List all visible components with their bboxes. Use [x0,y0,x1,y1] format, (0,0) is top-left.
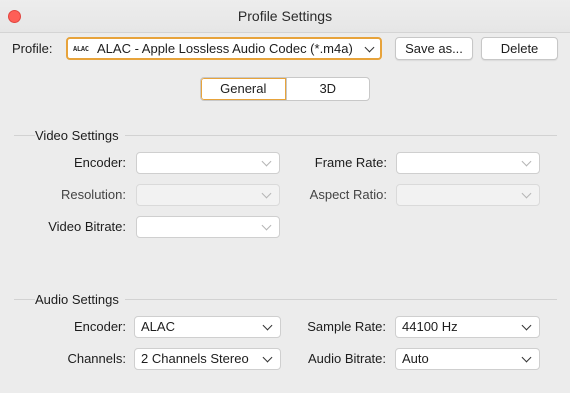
audio-encoder-select[interactable]: ALAC [134,316,281,338]
chevron-down-icon [261,156,272,167]
profile-label: Profile: [12,41,53,56]
aspect-ratio-select[interactable] [396,184,540,206]
audio-encoder-value: ALAC [141,319,175,334]
chevron-down-icon [261,188,272,199]
chevron-down-icon [521,352,532,363]
chevron-down-icon [521,188,532,199]
frame-rate-select[interactable] [396,152,540,174]
channels-select[interactable]: 2 Channels Stereo [134,348,281,370]
tab-general[interactable]: General [201,78,286,100]
alac-format-icon: ALAC [73,44,89,53]
channels-value: 2 Channels Stereo [141,351,249,366]
settings-tabs: General 3D [200,77,370,101]
audio-encoder-label: Encoder: [73,319,126,334]
chevron-down-icon [262,352,273,363]
video-bitrate-select[interactable] [136,216,280,238]
profile-dropdown[interactable]: ALAC ALAC - Apple Lossless Audio Codec (… [66,37,382,60]
sample-rate-value: 44100 Hz [402,319,458,334]
chevron-down-icon [261,220,272,231]
channels-label: Channels: [67,351,126,366]
resolution-select[interactable] [136,184,280,206]
chevron-down-icon [364,42,375,53]
audio-settings-title: Audio Settings [35,292,125,307]
resolution-label: Resolution: [60,187,126,202]
save-as-button[interactable]: Save as... [395,37,473,60]
sample-rate-select[interactable]: 44100 Hz [395,316,540,338]
title-bar: Profile Settings [0,0,570,33]
chevron-down-icon [521,320,532,331]
audio-bitrate-label: Audio Bitrate: [307,351,386,366]
chevron-down-icon [262,320,273,331]
chevron-down-icon [521,156,532,167]
sample-rate-label: Sample Rate: [307,319,386,334]
frame-rate-label: Frame Rate: [314,155,387,170]
profile-settings-window: Profile Settings Profile: ALAC ALAC - Ap… [0,0,570,393]
audio-bitrate-select[interactable]: Auto [395,348,540,370]
audio-bitrate-value: Auto [402,351,429,366]
video-encoder-label: Encoder: [73,155,126,170]
profile-dropdown-value: ALAC - Apple Lossless Audio Codec (*.m4a… [97,41,353,56]
video-bitrate-label: Video Bitrate: [48,219,126,234]
window-title: Profile Settings [237,8,333,24]
tab-3d[interactable]: 3D [285,78,370,100]
video-settings-title: Video Settings [35,128,125,143]
video-encoder-select[interactable] [136,152,280,174]
delete-button[interactable]: Delete [481,37,558,60]
aspect-ratio-label: Aspect Ratio: [309,187,387,202]
